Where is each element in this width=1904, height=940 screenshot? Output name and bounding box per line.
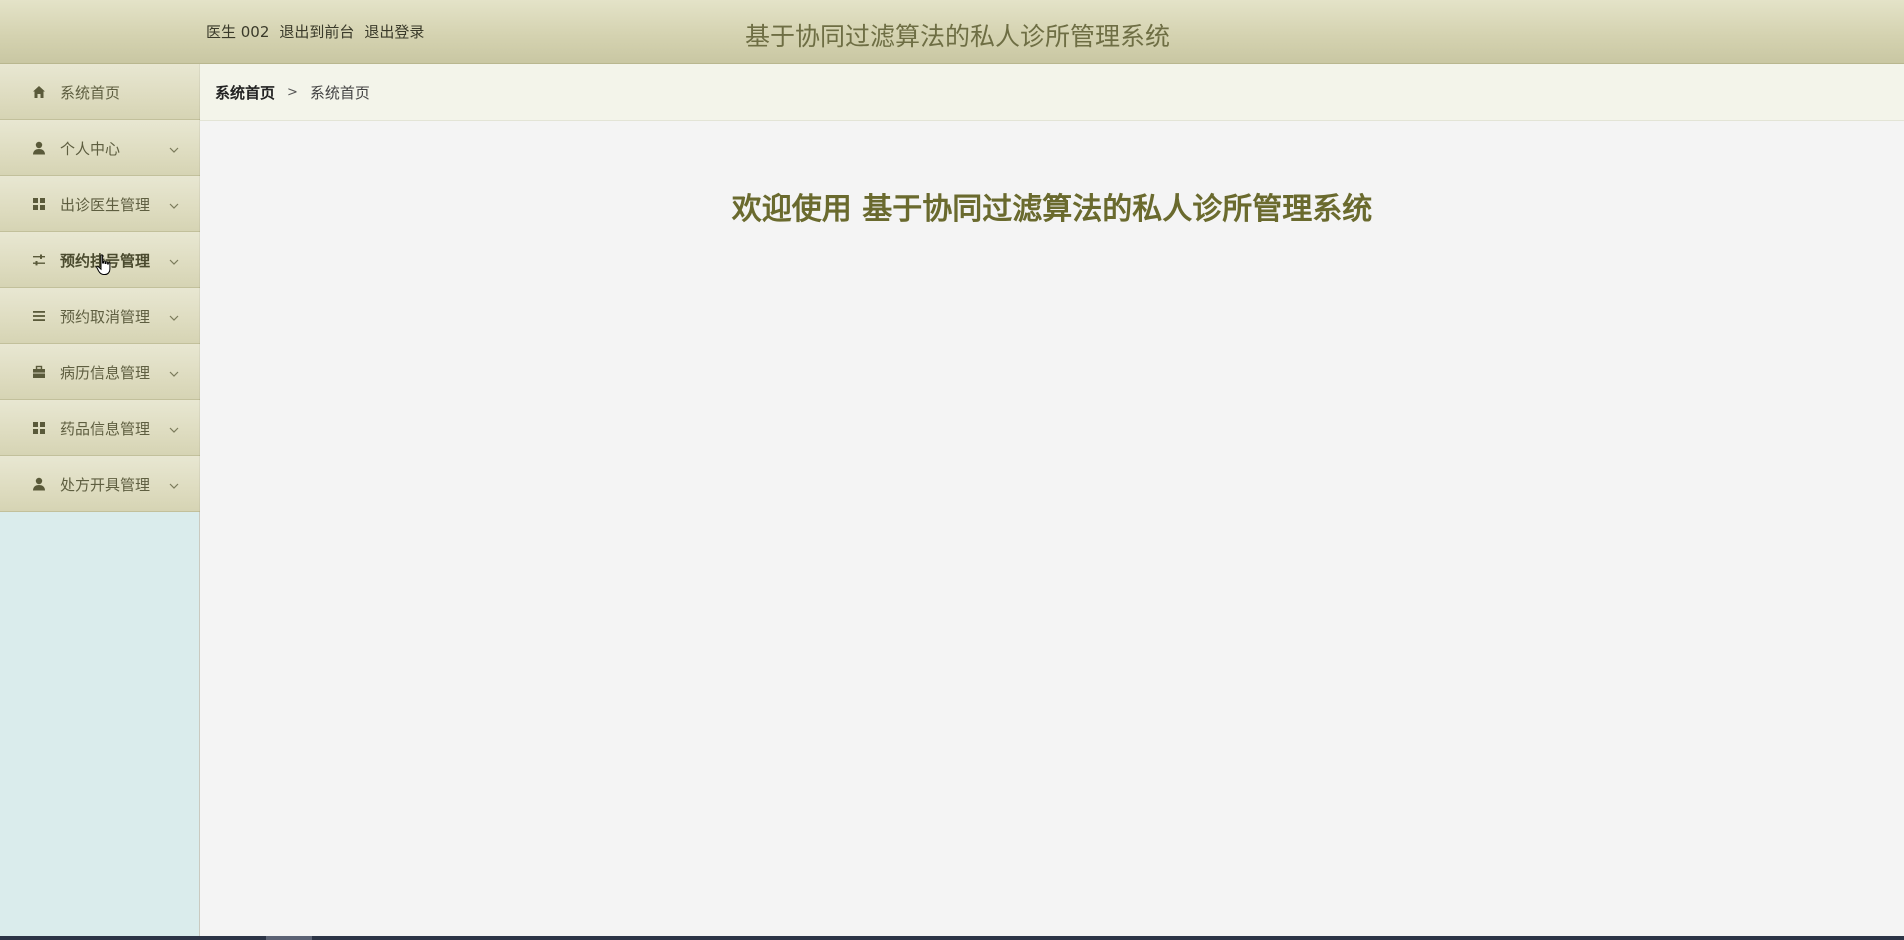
bottom-bar-thumb	[266, 936, 312, 940]
sidebar-item-label: 预约取消管理	[60, 308, 151, 326]
sidebar-item-cancel-management[interactable]: 预约取消管理	[0, 288, 200, 344]
sidebar-item-home[interactable]: 系统首页	[0, 64, 200, 120]
sidebar-item-label: 药品信息管理	[60, 420, 151, 438]
chevron-down-icon	[168, 364, 180, 377]
sidebar-item-label: 病历信息管理	[60, 364, 151, 382]
welcome-title: 欢迎使用 基于协同过滤算法的私人诊所管理系统	[731, 192, 1373, 227]
chevron-down-icon	[168, 420, 180, 433]
chevron-down-icon	[168, 476, 180, 489]
main-content: 系统首页 > 系统首页 欢迎使用 基于协同过滤算法的私人诊所管理系统	[200, 64, 1904, 940]
breadcrumb-separator: >	[287, 84, 298, 100]
sidebar-item-personal-center[interactable]: 个人中心	[0, 120, 200, 176]
breadcrumb-home[interactable]: 系统首页	[215, 82, 275, 103]
mouse-cursor-icon	[96, 254, 112, 276]
chevron-down-icon	[168, 196, 180, 209]
sidebar-item-doctor-management[interactable]: 出诊医生管理	[0, 176, 200, 232]
briefcase-icon	[32, 365, 46, 379]
sidebar-item-label: 个人中心	[60, 140, 121, 158]
home-icon	[32, 85, 46, 99]
sidebar: 系统首页 个人中心 出诊医生管理 预约挂号管理 预约取消管理	[0, 64, 207, 940]
user-label: 医生 002	[206, 22, 270, 41]
sidebar-item-prescription-management[interactable]: 处方开具管理	[0, 456, 200, 512]
sidebar-item-label: 系统首页	[60, 84, 121, 102]
chevron-down-icon	[168, 140, 180, 153]
sidebar-item-medicine-management[interactable]: 药品信息管理	[0, 400, 200, 456]
list-icon	[32, 309, 46, 323]
grid-icon	[32, 421, 46, 435]
breadcrumb-current: 系统首页	[309, 83, 370, 102]
grid-icon	[32, 197, 46, 211]
top-header: 医生 002 退出到前台 退出登录 基于协同过滤算法的私人诊所管理系统	[0, 0, 1904, 64]
front-link[interactable]: 退出到前台	[279, 21, 354, 42]
breadcrumb: 系统首页 > 系统首页	[200, 64, 1904, 121]
user-area: 医生 002 退出到前台 退出登录	[206, 21, 424, 41]
sliders-icon	[32, 253, 46, 267]
app-title: 基于协同过滤算法的私人诊所管理系统	[744, 22, 1170, 51]
user-icon	[32, 477, 46, 491]
logout-link[interactable]: 退出登录	[364, 21, 424, 42]
chevron-down-icon	[168, 308, 180, 321]
sidebar-item-label: 出诊医生管理	[60, 196, 151, 214]
chevron-down-icon	[168, 252, 180, 265]
sidebar-item-medical-record-management[interactable]: 病历信息管理	[0, 344, 200, 400]
user-icon	[32, 141, 46, 155]
bottom-bar	[0, 936, 1904, 940]
sidebar-item-label: 处方开具管理	[60, 476, 151, 494]
